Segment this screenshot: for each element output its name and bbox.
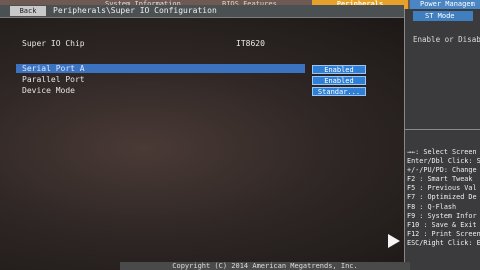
key-hint: F7 : Optimized De [407,193,477,202]
key-hint: ESC/Right Click: Ex [407,238,480,247]
key-hint: →←: Select Screen [407,148,477,156]
st-mode-button[interactable]: ST Mode [413,11,473,21]
key-hint: F8 : Q-Flash [407,202,457,211]
breadcrumb-bar: Back Peripherals\Super IO Configuration [0,5,404,18]
back-button[interactable]: Back [10,6,46,16]
mouse-cursor-icon [388,234,400,248]
key-legend: →←: Select Screen Enter/Dbl Click: S +/-… [407,148,480,248]
breadcrumb: Peripherals\Super IO Configuration [53,6,217,15]
key-hint: +/-/PU/PD: Change [407,166,477,175]
bios-screen: System Information BIOS Features Periphe… [0,0,480,270]
settings-panel: Super IO Chip IT8620 Serial Port A Enabl… [0,18,404,266]
key-hint: F2 : Smart Tweak [407,175,473,184]
tab-power-management[interactable]: Power Managem [410,0,480,9]
key-hint: F12 : Print Screen [407,229,480,238]
serial-port-a-label[interactable]: Serial Port A [22,64,85,74]
key-hint: F5 : Previous Val [407,184,477,193]
parallel-port-label[interactable]: Parallel Port [22,75,85,85]
super-io-chip-label: Super IO Chip [22,39,85,48]
key-hint: F10 : Save & Exit [407,220,477,229]
serial-port-a-value[interactable]: Enabled [312,65,366,74]
parallel-port-value[interactable]: Enabled [312,76,366,85]
key-hint: F9 : System Infor [407,211,477,220]
key-hint: Enter/Dbl Click: S [407,157,480,166]
device-mode-value[interactable]: Standar... [312,87,366,96]
copyright-footer: Copyright (C) 2014 American Megatrends, … [120,262,410,270]
device-mode-label[interactable]: Device Mode [22,86,75,96]
sidebar-divider [405,129,480,130]
super-io-chip-value: IT8620 [236,39,265,48]
help-sidebar: ST Mode Enable or Disab →←: Select Scree… [404,9,480,270]
help-description: Enable or Disab [413,35,480,44]
